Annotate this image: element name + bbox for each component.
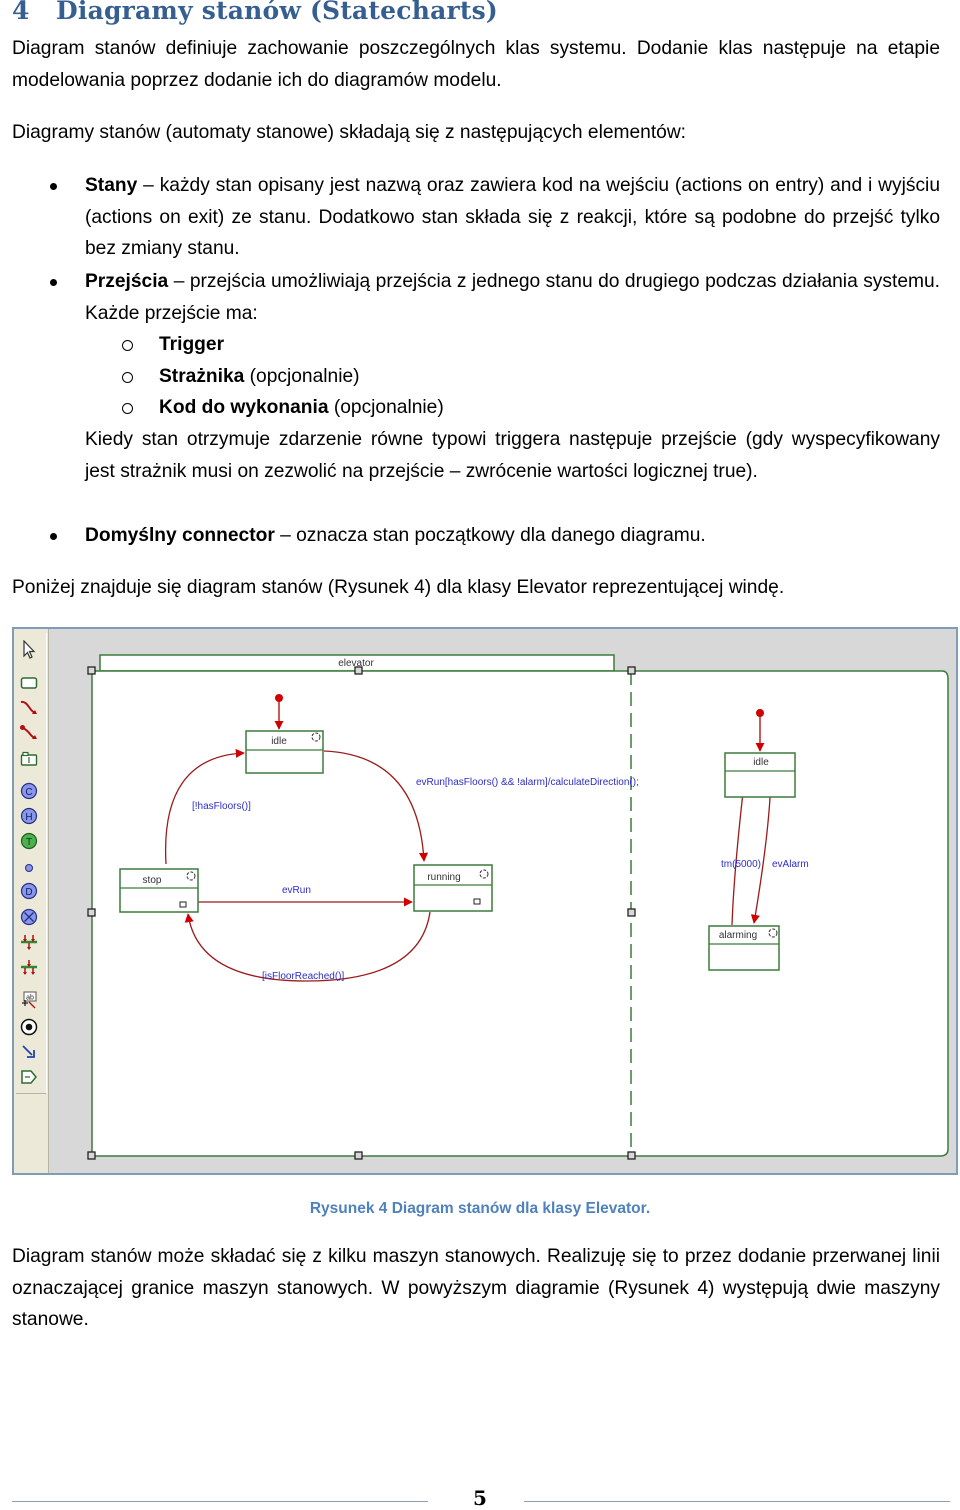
entry-action-icon	[473, 898, 481, 905]
send-action-icon[interactable]	[18, 1041, 40, 1063]
transition-tool-icon[interactable]	[18, 697, 40, 719]
transition-label[interactable]: tm(5000)	[721, 859, 761, 870]
sub-item-text: (opcjonalnie)	[244, 366, 360, 387]
stub-connector-icon[interactable]	[18, 906, 40, 928]
transition-note: Kiedy stan otrzymuje zdarzenie równe typ…	[85, 429, 940, 482]
handle[interactable]	[87, 1151, 96, 1160]
bullet-term: Stany	[85, 175, 138, 196]
section-heading: 4 Diagramy stanów (Statecharts)	[12, 0, 498, 25]
bullet-item-default-connector: Domyślny connector – oznacza stan począt…	[48, 520, 940, 552]
handle[interactable]	[627, 908, 636, 917]
state-name: running	[427, 872, 460, 883]
page-number: 5	[473, 1486, 487, 1510]
diagram-intro: Poniżej znajduje się diagram stanów (Rys…	[12, 577, 785, 598]
sub-item-text: (opcjonalnie)	[328, 397, 444, 418]
state-idle-alarm-machine[interactable]: idle	[724, 752, 796, 798]
intro-paragraph: Diagram stanów definiuje zachowanie posz…	[12, 38, 940, 91]
sub-item-term: Strażnika	[159, 366, 245, 387]
transition-label[interactable]: evAlarm	[772, 859, 809, 870]
transition-label[interactable]: [isFloorReached()]	[262, 971, 344, 982]
diagram-connector-icon[interactable]: D	[18, 880, 40, 902]
handle[interactable]	[354, 666, 363, 675]
elements-intro: Diagramy stanów (automaty stanowe) skład…	[12, 122, 687, 143]
handle[interactable]	[354, 1151, 363, 1160]
bullet-text: – każdy stan opisany jest nazwą oraz zaw…	[85, 175, 940, 259]
join-bar-icon[interactable]	[18, 931, 40, 953]
sub-item-trigger: Trigger	[120, 329, 224, 361]
select-tool-icon[interactable]	[18, 639, 40, 661]
container-state-body[interactable]	[91, 670, 949, 1157]
svg-text:ab: ab	[26, 995, 34, 1002]
state-name: stop	[143, 875, 162, 886]
state-name: idle	[753, 757, 769, 768]
bullet-text: – oznacza stan początkowy dla danego dia…	[274, 525, 706, 546]
dependency-icon[interactable]: ab	[18, 989, 40, 1011]
closing-paragraph: Diagram stanów może składać się z kilku …	[12, 1246, 940, 1330]
sub-item-action: Kod do wykonania (opcjonalnie)	[120, 392, 444, 424]
handle[interactable]	[627, 666, 636, 675]
statechart-screenshot: C H T D ab elevator idle stop running [!…	[12, 627, 958, 1175]
and-line-tool-icon[interactable]	[18, 748, 40, 770]
section-title: Diagramy stanów (Statecharts)	[56, 0, 498, 25]
fork-bar-icon[interactable]	[18, 957, 40, 979]
figure-caption: Rysunek 4 Diagram stanów dla klasy Eleva…	[309, 1200, 651, 1217]
drawing-toolbar: C H T D ab	[14, 629, 49, 1173]
handle[interactable]	[87, 666, 96, 675]
handle[interactable]	[627, 1151, 636, 1160]
bullet-term: Przejścia	[85, 271, 169, 292]
sub-item-term: Kod do wykonania	[159, 397, 329, 418]
bullet-term: Domyślny connector	[85, 525, 275, 546]
svg-text:C: C	[25, 787, 32, 798]
sub-item-term: Trigger	[159, 334, 225, 355]
default-transition-tool-icon[interactable]	[18, 722, 40, 744]
junction-connector-icon[interactable]	[18, 857, 40, 879]
svg-text:H: H	[25, 812, 32, 823]
transition-label[interactable]: evRun	[282, 885, 311, 896]
termination-connector-icon[interactable]: T	[18, 830, 40, 852]
diagram-canvas[interactable]: elevator idle stop running [!hasFloors()…	[48, 629, 956, 1173]
termination-state-icon[interactable]	[18, 1016, 40, 1038]
state-name: idle	[271, 736, 287, 747]
note-icon[interactable]	[18, 1066, 40, 1088]
svg-text:D: D	[25, 887, 32, 898]
state-running[interactable]: running	[413, 864, 493, 912]
entry-action-icon	[179, 901, 187, 908]
sub-item-guard: Strażnika (opcjonalnie)	[120, 361, 360, 393]
default-connector-dot[interactable]	[756, 709, 764, 717]
history-connector-icon[interactable]: H	[18, 805, 40, 827]
state-idle[interactable]: idle	[245, 730, 324, 774]
bullet-item-transitions: Przejścia – przejścia umożliwiają przejś…	[48, 266, 940, 329]
default-connector-dot[interactable]	[275, 694, 283, 702]
condition-connector-icon[interactable]: C	[18, 780, 40, 802]
state-stop[interactable]: stop	[119, 868, 199, 913]
state-tool-icon[interactable]	[18, 672, 40, 694]
section-number: 4	[12, 0, 30, 25]
bullet-text: – przejścia umożliwiają przejścia z jedn…	[85, 271, 940, 324]
transition-label[interactable]: evRun[hasFloors() && !alarm]/calculateDi…	[416, 777, 639, 788]
bullet-item-states: Stany – każdy stan opisany jest nazwą or…	[48, 170, 940, 265]
state-alarming[interactable]: alarming	[708, 925, 780, 971]
transition-label[interactable]: [!hasFloors()]	[192, 801, 251, 812]
state-name: alarming	[719, 930, 757, 941]
svg-text:T: T	[26, 837, 32, 848]
handle[interactable]	[87, 908, 96, 917]
